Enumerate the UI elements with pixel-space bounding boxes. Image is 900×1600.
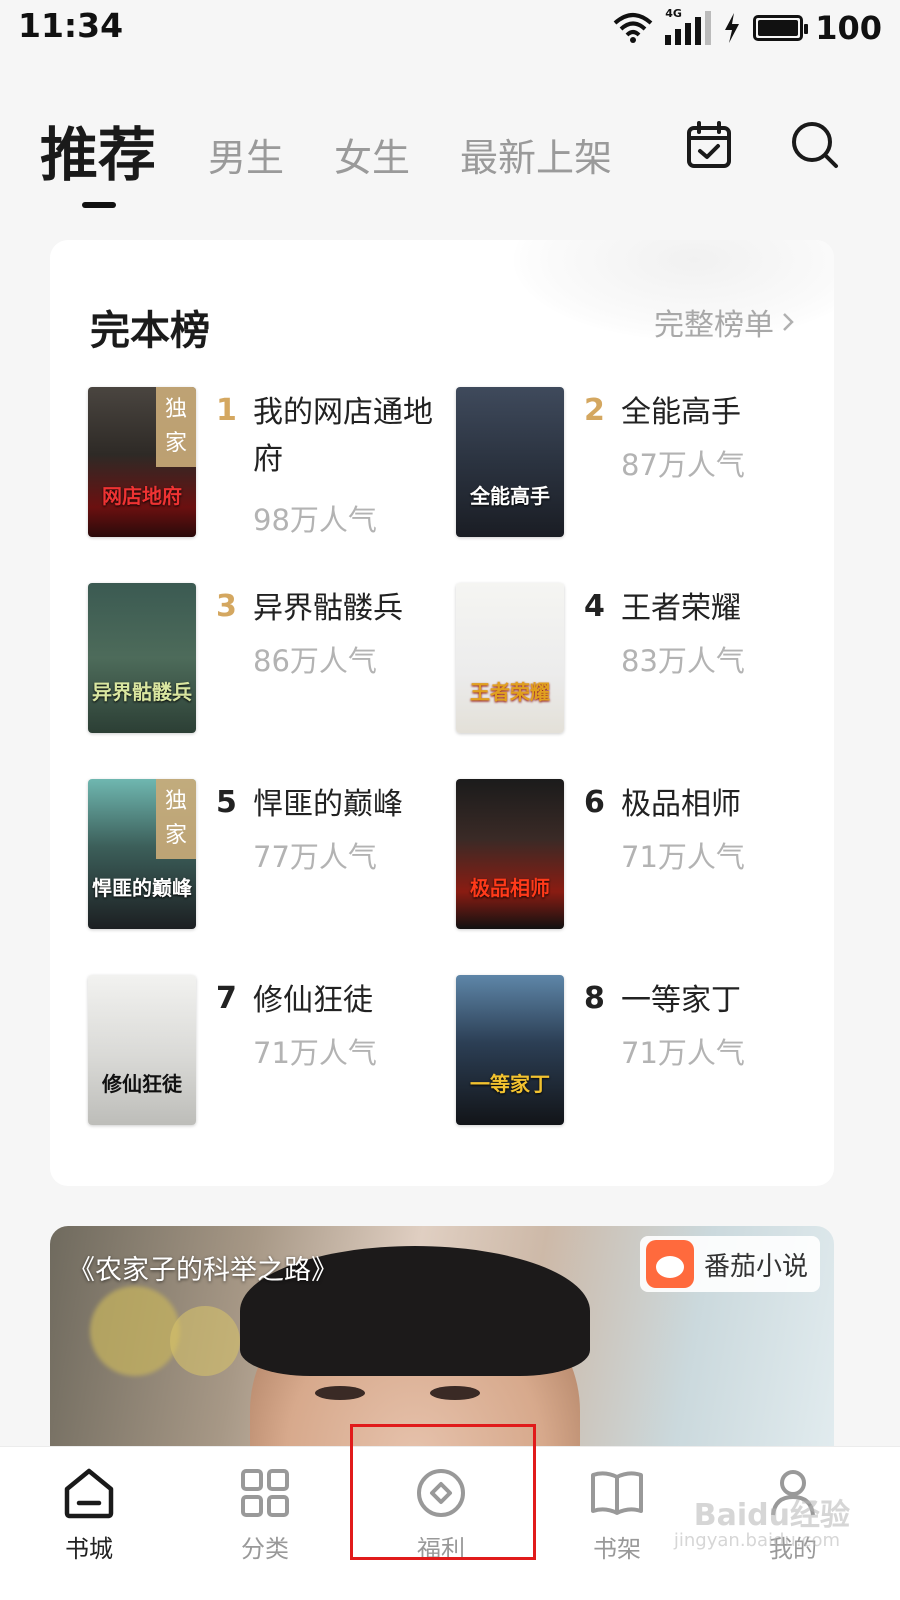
cover-title: 王者荣耀 (470, 680, 550, 704)
cover-title: 极品相师 (470, 876, 550, 900)
header-actions (686, 120, 840, 170)
rank-number: 3 (216, 589, 237, 624)
ranking-title: 完本榜 (90, 308, 210, 354)
book-cover[interactable]: 独家 悍匪的巅峰 (88, 779, 196, 929)
book-item-8[interactable]: 一等家丁 8 一等家丁 71万人气 (456, 975, 816, 1135)
wifi-icon (613, 13, 653, 43)
status-icons: 4G 100 (613, 7, 882, 48)
banner-eye (430, 1386, 480, 1400)
book-title[interactable]: 悍匪的巅峰 (253, 781, 453, 828)
tab-male[interactable]: 男生 (208, 127, 284, 200)
banner-title: 《农家子的科举之路》 (68, 1255, 338, 1286)
cover-title: 异界骷髅兵 (92, 680, 192, 704)
book-title[interactable]: 一等家丁 (621, 977, 821, 1024)
book-cover[interactable]: 独家 网店地府 (88, 387, 196, 537)
book-item-7[interactable]: 修仙狂徒 7 修仙狂徒 71万人气 (88, 975, 448, 1135)
cover-title: 一等家丁 (470, 1072, 550, 1096)
nav-label: 书城 (65, 1535, 113, 1563)
chevron-right-icon (783, 313, 794, 331)
banner-eye (315, 1386, 365, 1400)
book-popularity: 86万人气 (253, 644, 377, 678)
exclusive-badge: 独家 (156, 387, 196, 467)
book-title[interactable]: 全能高手 (621, 389, 821, 436)
open-book-icon (591, 1471, 643, 1515)
book-cover[interactable]: 一等家丁 (456, 975, 564, 1125)
rank-number: 2 (584, 393, 605, 428)
tab-new-arrivals[interactable]: 最新上架 (460, 127, 612, 200)
cover-title: 全能高手 (470, 484, 550, 508)
rank-number: 5 (216, 785, 237, 820)
status-time: 11:34 (18, 6, 124, 45)
book-cover[interactable]: 王者荣耀 (456, 583, 564, 733)
rank-number: 8 (584, 981, 605, 1016)
book-cover[interactable]: 极品相师 (456, 779, 564, 929)
nav-label: 书架 (593, 1535, 641, 1563)
book-item-1[interactable]: 独家 网店地府 1 我的网店通地府 98万人气 (88, 387, 448, 547)
completed-ranking-card: 完本榜 完整榜单 独家 网店地府 1 我的网店通地府 98万人气 全能高手 2 … (50, 240, 834, 1186)
nav-bookshelf[interactable]: 书架 (557, 1467, 677, 1564)
book-cover[interactable]: 异界骷髅兵 (88, 583, 196, 733)
banner-brand: 番茄小说 (639, 1236, 820, 1292)
rank-number: 1 (216, 393, 237, 428)
nav-label: 分类 (241, 1535, 289, 1563)
network-type: 4G (665, 7, 682, 20)
exclusive-badge: 独家 (156, 779, 196, 859)
book-title[interactable]: 异界骷髅兵 (253, 585, 453, 632)
rank-number: 7 (216, 981, 237, 1016)
book-popularity: 77万人气 (253, 840, 377, 874)
grid-icon (241, 1469, 289, 1517)
book-cover[interactable]: 全能高手 (456, 387, 564, 537)
book-title[interactable]: 王者荣耀 (621, 585, 821, 632)
book-popularity: 87万人气 (621, 448, 745, 482)
banner-bokeh (170, 1306, 240, 1376)
book-popularity: 71万人气 (253, 1036, 377, 1070)
book-title[interactable]: 极品相师 (621, 781, 821, 828)
book-popularity: 71万人气 (621, 840, 745, 874)
cover-title: 网店地府 (102, 484, 182, 508)
battery-icon (753, 15, 809, 41)
category-tabs: 推荐 男生 女生 最新上架 (40, 100, 662, 208)
book-title[interactable]: 修仙狂徒 (253, 977, 453, 1024)
book-cover[interactable]: 修仙狂徒 (88, 975, 196, 1125)
calendar-check-icon[interactable] (686, 121, 732, 169)
watermark: Baidu经验 (693, 1498, 850, 1533)
cover-title: 悍匪的巅峰 (92, 876, 192, 900)
book-item-5[interactable]: 独家 悍匪的巅峰 5 悍匪的巅峰 77万人气 (88, 779, 448, 939)
book-title[interactable]: 我的网店通地府 (253, 389, 453, 483)
tab-recommend[interactable]: 推荐 (40, 108, 156, 208)
tomato-logo-icon (645, 1240, 694, 1288)
watermark-url: jingyan.baidu.com (673, 1530, 840, 1551)
nav-category[interactable]: 分类 (205, 1467, 325, 1564)
battery-level: 100 (815, 9, 882, 47)
book-item-2[interactable]: 全能高手 2 全能高手 87万人气 (456, 387, 816, 547)
rank-number: 6 (584, 785, 605, 820)
brand-name: 番茄小说 (703, 1251, 808, 1282)
search-icon[interactable] (790, 120, 840, 170)
signal-icon: 4G (665, 7, 712, 45)
charging-icon (725, 13, 740, 43)
book-popularity: 83万人气 (621, 644, 745, 678)
rank-number: 4 (584, 589, 605, 624)
cover-title: 修仙狂徒 (102, 1072, 182, 1096)
full-ranking-link[interactable]: 完整榜单 (654, 300, 794, 344)
highlight-box (350, 1424, 536, 1560)
book-item-4[interactable]: 王者荣耀 4 王者荣耀 83万人气 (456, 583, 816, 743)
book-item-6[interactable]: 极品相师 6 极品相师 71万人气 (456, 779, 816, 939)
banner-bokeh (90, 1286, 180, 1376)
status-bar: 11:34 4G 100 (0, 0, 900, 60)
tab-female[interactable]: 女生 (334, 127, 410, 200)
full-ranking-label: 完整榜单 (654, 308, 774, 343)
book-item-3[interactable]: 异界骷髅兵 3 异界骷髅兵 86万人气 (88, 583, 448, 743)
nav-bookstore[interactable]: 书城 (29, 1467, 149, 1564)
book-popularity: 98万人气 (253, 503, 377, 537)
book-popularity: 71万人气 (621, 1036, 745, 1070)
home-icon (64, 1468, 114, 1519)
